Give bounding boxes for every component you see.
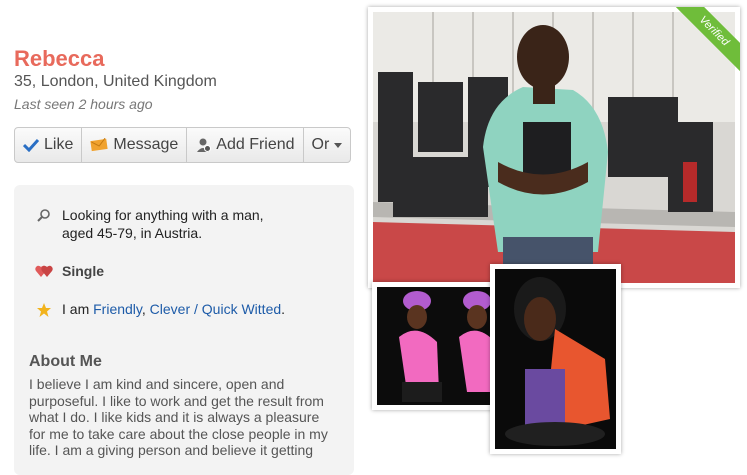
verified-label: Verified	[671, 7, 740, 74]
envelope-icon	[90, 138, 108, 152]
like-label: Like	[44, 136, 74, 153]
thumbnail-2-image	[495, 269, 616, 449]
looking-for-line-1: Looking for anything with a man,	[62, 207, 264, 223]
star-icon	[34, 300, 54, 318]
like-button[interactable]: Like	[15, 128, 83, 162]
caret-down-icon	[334, 142, 343, 148]
looking-for-line-2: aged 45-79, in Austria.	[62, 225, 203, 241]
action-button-group: Like Message Add Friend Or	[14, 127, 352, 163]
relationship-status: Single	[62, 263, 105, 279]
traits-end: .	[281, 301, 286, 317]
looking-for-text: Looking for anything with a man, aged 45…	[62, 206, 264, 242]
more-dropdown-button[interactable]: Or	[304, 128, 351, 162]
message-button[interactable]: Message	[82, 128, 188, 162]
search-icon	[34, 206, 54, 222]
main-profile-photo[interactable]: Verified	[368, 7, 740, 288]
relationship-status-row: Single	[34, 262, 104, 280]
thumbnail-photo-2[interactable]	[490, 264, 621, 454]
hearts-icon	[34, 262, 54, 278]
profile-name: Rebecca	[14, 46, 105, 71]
add-friend-label: Add Friend	[216, 136, 295, 153]
user-add-icon	[195, 137, 212, 153]
personality-row: I am Friendly, Clever / Quick Witted.	[34, 300, 285, 318]
about-me-heading: About Me	[29, 353, 102, 370]
personality-text: I am Friendly, Clever / Quick Witted.	[62, 300, 285, 318]
about-me-text: I believe I am kind and sincere, open an…	[29, 376, 328, 458]
thumbnail-1-image	[377, 287, 497, 405]
add-friend-button[interactable]: Add Friend	[187, 128, 304, 162]
traits-separator: ,	[141, 301, 150, 317]
verified-ribbon: Verified	[670, 7, 740, 77]
profile-details-panel: Looking for anything with a man, aged 45…	[14, 185, 354, 475]
last-seen: Last seen 2 hours ago	[14, 96, 153, 112]
trait-link-clever[interactable]: Clever / Quick Witted	[150, 301, 281, 317]
more-label: Or	[311, 136, 330, 153]
checkmark-icon	[23, 138, 39, 152]
profile-location: 35, London, United Kingdom	[14, 73, 217, 90]
message-label: Message	[113, 136, 179, 153]
thumbnail-photo-1[interactable]	[372, 282, 502, 410]
traits-prefix: I am	[62, 301, 94, 317]
trait-link-friendly[interactable]: Friendly	[93, 301, 142, 317]
looking-for-row: Looking for anything with a man, aged 45…	[34, 206, 264, 242]
